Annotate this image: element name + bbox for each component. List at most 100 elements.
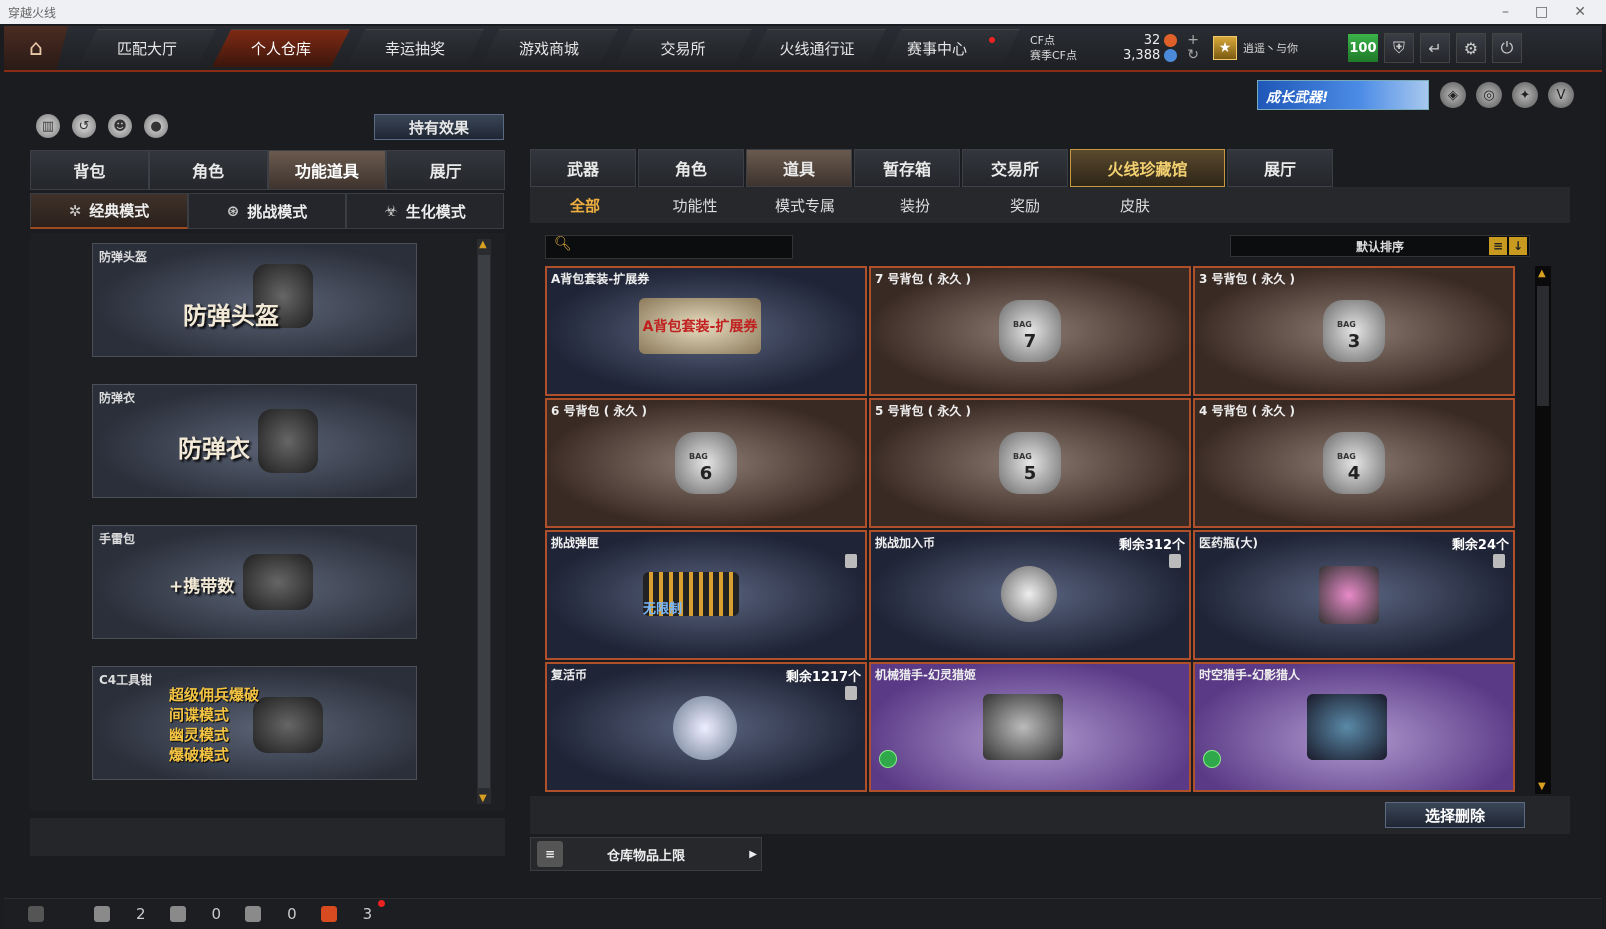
tab-backpack[interactable]: 背包 [30, 150, 149, 190]
character-portrait [983, 694, 1063, 760]
trash-icon[interactable] [1493, 554, 1505, 568]
tab-exchange[interactable]: 交易所 [962, 149, 1068, 187]
scroll-up-icon[interactable]: ▲ [1538, 268, 1546, 279]
item-card[interactable]: 4 号背包 ( 永久 ) BAG 4 [1193, 398, 1515, 528]
history-icon[interactable]: ↺ [72, 114, 96, 138]
scroll-up-icon[interactable]: ▲ [479, 239, 487, 250]
currency-icons [1164, 34, 1178, 62]
notification-dot [989, 36, 995, 43]
subtab-reward[interactable]: 奖励 [970, 195, 1080, 216]
scroll-down-icon[interactable]: ▼ [479, 793, 487, 804]
top-navigation: ⌂ 匹配大厅 个人仓库 幸运抽奖 游戏商城 交易所 火线通行证 赛事中心 CF点… [4, 26, 1602, 72]
item-card[interactable]: 时空猎手-幻影猎人 [1193, 662, 1515, 792]
sort-select[interactable]: 默认排序 ≡ ↓ [1230, 235, 1530, 257]
cf-coin-icon [1164, 34, 1178, 47]
character-portrait [1307, 694, 1387, 760]
grenade-icon[interactable]: ● [144, 114, 168, 138]
subtab-functional[interactable]: 功能性 [640, 195, 750, 216]
nav-tabs: 匹配大厅 个人仓库 幸运抽奖 游戏商城 交易所 火线通行证 赛事中心 [78, 29, 1020, 67]
scroll-down-icon[interactable]: ▼ [1538, 781, 1546, 792]
power-icon[interactable]: ⏻ [1491, 33, 1522, 63]
nav-tab-warehouse[interactable]: 个人仓库 [212, 29, 350, 67]
nav-tab-pass[interactable]: 火线通行证 [748, 29, 886, 67]
item-card[interactable]: 3 号背包 ( 永久 ) BAG 3 [1193, 266, 1515, 396]
status-bar: 2 0 0 3 [4, 898, 1602, 928]
friends-status[interactable]: 2 [94, 905, 146, 923]
scroll-thumb[interactable] [1537, 286, 1549, 406]
badge-icon[interactable]: ◈ [1440, 82, 1466, 108]
subtab-skin[interactable]: 皮肤 [1080, 195, 1190, 216]
classic-mode-icon: ✲ [68, 201, 82, 220]
item-helmet[interactable]: 防弹头盔 防弹头盔 [92, 243, 417, 357]
tab-hall[interactable]: 展厅 [1227, 149, 1333, 187]
list-icon[interactable]: ≡ [1489, 237, 1507, 255]
tab-collection[interactable]: 火线珍藏馆 [1070, 149, 1225, 187]
zombie-mode-icon: ☣ [384, 202, 398, 220]
menu-icon[interactable] [28, 905, 44, 922]
item-card[interactable]: 6 号背包 ( 永久 ) BAG 6 [545, 398, 867, 528]
promo-banner[interactable]: 成长武器! [1257, 80, 1429, 110]
close-button[interactable]: ✕ [1574, 4, 1586, 20]
trash-icon[interactable] [1169, 554, 1181, 568]
gift-status[interactable]: 3 [320, 900, 386, 923]
globe-icon[interactable]: ◎ [1476, 82, 1502, 108]
subtab-mode-exclusive[interactable]: 模式专属 [750, 195, 860, 216]
tab-temp-box[interactable]: 暂存箱 [854, 149, 960, 187]
mode-classic[interactable]: ✲ 经典模式 [30, 193, 188, 229]
nav-tab-lottery[interactable]: 幸运抽奖 [346, 29, 484, 67]
return-icon[interactable]: ↵ [1419, 33, 1450, 63]
rank-badge-icon: ★ [1212, 36, 1237, 60]
tab-functional-items[interactable]: 功能道具 [267, 150, 387, 190]
subtab-outfit[interactable]: 装扮 [860, 195, 970, 216]
nav-tab-exchange[interactable]: 交易所 [614, 29, 752, 67]
item-card[interactable]: 5 号背包 ( 永久 ) BAG 5 [869, 398, 1191, 528]
left-scrollbar[interactable]: ▲ ▼ [477, 239, 491, 804]
search-input[interactable]: 🔍︎ [545, 235, 793, 259]
select-delete-button[interactable]: 选择删除 [1385, 802, 1525, 828]
sort-direction-icon[interactable]: ↓ [1509, 237, 1527, 255]
left-tabs: 背包 角色 功能道具 展厅 [30, 150, 505, 190]
item-card[interactable]: 挑战弹匣 无限制 [545, 530, 867, 660]
item-grenade-pack[interactable]: 手雷包 +携带数 [92, 525, 417, 639]
nav-tab-lobby[interactable]: 匹配大厅 [78, 29, 216, 67]
subtab-all[interactable]: 全部 [530, 195, 640, 216]
tab-weapons[interactable]: 武器 [530, 149, 636, 187]
item-card[interactable]: 挑战加入币 剩余312个 [869, 530, 1191, 660]
emblem-icon[interactable]: ✦ [1512, 82, 1538, 108]
item-card[interactable]: 医药瓶(大) 剩余24个 [1193, 530, 1515, 660]
mode-challenge[interactable]: ⊛ 挑战模式 [188, 193, 346, 229]
minimize-button[interactable]: – [1502, 4, 1509, 20]
storage-limit[interactable]: ≡ 仓库物品上限 ▶ [530, 837, 762, 871]
tab-roles[interactable]: 角色 [638, 149, 744, 187]
character-icon[interactable]: ☻ [108, 114, 132, 138]
item-card[interactable]: 机械猎手-幻灵猎姬 [869, 662, 1191, 792]
scroll-thumb[interactable] [478, 255, 490, 788]
mode-zombie[interactable]: ☣ 生化模式 [346, 193, 504, 229]
tab-showroom[interactable]: 展厅 [386, 150, 505, 190]
stats-icon[interactable]: ▥ [36, 114, 60, 138]
item-card[interactable]: A背包套装-扩展券 A背包套装-扩展券 [545, 266, 867, 396]
refresh-icon[interactable]: ↻ [1187, 48, 1199, 63]
v-icon[interactable]: V [1548, 82, 1574, 108]
nav-tab-events[interactable]: 赛事中心 [882, 29, 1020, 67]
item-card[interactable]: 复活币 剩余1217个 [545, 662, 867, 792]
add-cf-icon[interactable]: + [1187, 33, 1199, 48]
shield-icon[interactable]: ⛨ [1383, 33, 1414, 63]
maximize-button[interactable]: □ [1535, 4, 1548, 20]
item-c4-pliers[interactable]: C4工具钳 超级佣兵爆破 间谍模式 幽灵模式 爆破模式 [92, 666, 417, 780]
nav-tab-shop[interactable]: 游戏商城 [480, 29, 618, 67]
tab-items[interactable]: 道具 [746, 149, 852, 187]
item-card[interactable]: 7 号背包 ( 永久 ) BAG 7 [869, 266, 1191, 396]
item-vest[interactable]: 防弹衣 防弹衣 [92, 384, 417, 498]
chat-status[interactable]: 0 [245, 905, 297, 923]
trash-icon[interactable] [845, 686, 857, 700]
home-button[interactable]: ⌂ [4, 26, 68, 70]
clan-status[interactable]: 0 [169, 905, 221, 923]
gear-icon[interactable]: ⚙ [1455, 33, 1486, 63]
tab-character[interactable]: 角色 [148, 150, 268, 190]
user-info[interactable]: ★ 逍遥丶与你 [1212, 36, 1298, 60]
trash-icon[interactable] [845, 554, 857, 568]
holding-effect-button[interactable]: 持有效果 [374, 114, 504, 140]
layers-icon: ≡ [537, 841, 563, 867]
grid-scrollbar[interactable]: ▲ ▼ [1535, 266, 1551, 794]
